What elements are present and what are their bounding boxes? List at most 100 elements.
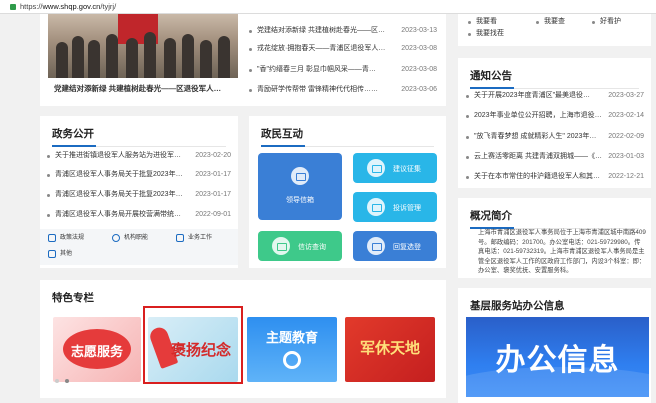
bullet-dot: [466, 176, 469, 179]
news-item[interactable]: 关于推进街镇退役军人服务站为进役军… 2023-02-20: [47, 150, 231, 162]
url-path: /tyjrj/: [100, 2, 117, 11]
magnifier-icon: [283, 351, 301, 369]
person-figure: [218, 36, 230, 78]
petition-query-tile[interactable]: 信访查询: [258, 231, 342, 261]
quick-link[interactable]: 好看护: [592, 16, 652, 28]
bullet-dot: [47, 155, 50, 158]
notice-item[interactable]: 关于在本市常住的非沪籍退役军人和其… 2022-12-21: [466, 171, 644, 183]
complaint-tile[interactable]: 投诉管理: [353, 192, 437, 222]
person-figure: [106, 34, 118, 78]
bullet-dot: [249, 30, 252, 33]
quick-link[interactable]: 我要查: [536, 16, 596, 28]
news-item[interactable]: 青励研学传帮带 雷锋精神代代相传…… 2023-03-06: [249, 84, 437, 96]
bullet-dot: [466, 95, 469, 98]
tile-label: 投诉管理: [393, 205, 421, 212]
quick-link-label: 机构职能: [124, 235, 149, 241]
tile-label: 回复选登: [393, 244, 421, 251]
notice-date: 2022-12-21: [608, 173, 644, 180]
notice-item[interactable]: 关于开展2023年度青浦区"最美退役… 2023-03-27: [466, 90, 644, 102]
notice-title: 2023年事业单位公开招聘，上海市退役…: [474, 112, 602, 119]
bullet-dot: [466, 115, 469, 118]
news-title: 青浦区退役军人事务局关于批复2023年…: [55, 191, 183, 198]
compass-icon: [112, 234, 120, 242]
carousel-dot-active[interactable]: [65, 379, 69, 383]
grid-icon: [48, 250, 56, 258]
quick-link-label: 我要查: [544, 18, 565, 25]
notice-item[interactable]: 2023年事业单位公开招聘，上海市退役… 2023-02-14: [466, 110, 644, 122]
news-item[interactable]: 党建结对添新绿 共建植树赴春光——区… 2023-03-13: [249, 25, 437, 37]
section-title: 基层服务站办公信息: [470, 300, 565, 312]
url-prefix: https://: [20, 2, 43, 11]
overview-text: 上海市青浦区退役军人事务局位于上海市青浦区城中南路409号。邮政编码：20170…: [478, 229, 646, 275]
quick-link[interactable]: 我要找茬: [468, 28, 528, 40]
news-item[interactable]: 戎花绽放·拥抱春天——青浦区退役军人… 2023-03-08: [249, 43, 437, 55]
quick-link-label: 业务工作: [188, 235, 213, 241]
news-title: 关于推进街镇退役军人服务站为进役军…: [55, 152, 181, 159]
person-figure: [56, 42, 68, 78]
news-title: 青浦区退役军人事务局开展校营满带统…: [55, 211, 181, 218]
notice-date: 2023-02-14: [608, 112, 644, 119]
person-figure: [88, 40, 100, 78]
quick-link-label: 其他: [60, 251, 73, 257]
suggestion-tile[interactable]: 建议征集: [353, 153, 437, 183]
banner-theme-education[interactable]: 主题教育: [247, 317, 337, 382]
section-title: 特色专栏: [52, 292, 94, 304]
bullet-dot: [249, 89, 252, 92]
quick-link[interactable]: 我要看: [468, 16, 528, 28]
news-title: 青浦区退役军人事务局关于批复2023年…: [55, 171, 183, 178]
person-figure: [164, 38, 176, 78]
news-title: 党建结对添新绿 共建植树赴春光——区…: [257, 27, 385, 34]
url-text[interactable]: https://www.shqp.gov.cn/tyjrj/: [20, 0, 116, 14]
section-divider: [470, 87, 639, 89]
banner-title: 军休天地: [359, 340, 420, 357]
bullet-dot: [468, 33, 471, 36]
news-date: 2023-03-06: [401, 86, 437, 93]
tile-label: 信访查询: [298, 244, 326, 251]
bullet-dot: [47, 194, 50, 197]
chart-icon: [176, 234, 184, 242]
news-date: 2023-03-13: [401, 27, 437, 34]
quick-link-label: 我要看: [476, 18, 497, 25]
notice-title: 关于开展2023年度青浦区"最美退役…: [474, 92, 591, 99]
person-figure: [72, 36, 84, 78]
selection-highlight: [143, 306, 243, 384]
section-title: 政务公开: [52, 128, 94, 140]
news-date: 2023-03-08: [401, 45, 437, 52]
url-host: www.shqp.gov.cn: [42, 2, 101, 11]
notice-title: "放飞青春梦想 成就精彩人生" 2023年…: [474, 133, 597, 140]
bullet-dot: [249, 48, 252, 51]
news-title: 青励研学传帮带 雷锋精神代代相传……: [257, 86, 378, 93]
photo-caption[interactable]: 党建结对添新绿 共建植树赴春光——区退役军人…: [48, 78, 238, 100]
news-item[interactable]: 青浦区退役军人事务局关于批复2023年… 2023-01-17: [47, 189, 231, 201]
notice-item[interactable]: "放飞青春梦想 成就精彩人生" 2023年… 2022-02-09: [466, 131, 644, 143]
section-title: 政民互动: [261, 128, 303, 140]
bullet-dot: [592, 21, 595, 24]
banner-retiree[interactable]: 军休天地: [345, 317, 435, 382]
top-news-photo[interactable]: [48, 14, 238, 78]
news-date: 2023-03-08: [401, 66, 437, 73]
pencil-icon: [367, 159, 385, 177]
reply-tile[interactable]: 回复选登: [353, 231, 437, 261]
carousel-dot[interactable]: [55, 379, 59, 383]
section-title: 概况简介: [470, 210, 512, 222]
news-item[interactable]: "香"约缙春三月 彰显巾帼风采——青… 2023-03-08: [249, 64, 437, 76]
person-figure: [200, 40, 212, 78]
address-bar[interactable]: https://www.shqp.gov.cn/tyjrj/: [0, 0, 656, 14]
quick-link-label: 政策法规: [60, 235, 85, 241]
mail-icon: [291, 167, 309, 185]
news-item[interactable]: 青浦区退役军人事务局关于批复2023年… 2023-01-17: [47, 169, 231, 181]
notice-item[interactable]: 云上赛活零距离 共建青浦双拥城——《… 2023-01-03: [466, 151, 644, 163]
news-date: 2023-02-20: [195, 152, 231, 159]
banner-volunteer[interactable]: 志愿服务: [53, 317, 141, 382]
section-title: 通知公告: [470, 70, 512, 82]
section-divider: [261, 145, 434, 147]
notice-title: 关于在本市常住的非沪籍退役军人和其…: [474, 173, 600, 180]
office-info-banner[interactable]: 办公信息: [466, 317, 649, 397]
search-doc-icon: [272, 237, 290, 255]
leader-mailbox-tile[interactable]: 领导信箱: [258, 153, 342, 220]
news-date: 2023-01-17: [195, 171, 231, 178]
quick-link-label: 我要找茬: [476, 30, 504, 37]
bullet-dot: [466, 156, 469, 159]
news-date: 2022-09-01: [195, 211, 231, 218]
news-item[interactable]: 青浦区退役军人事务局开展校营满带统… 2022-09-01: [47, 209, 231, 221]
